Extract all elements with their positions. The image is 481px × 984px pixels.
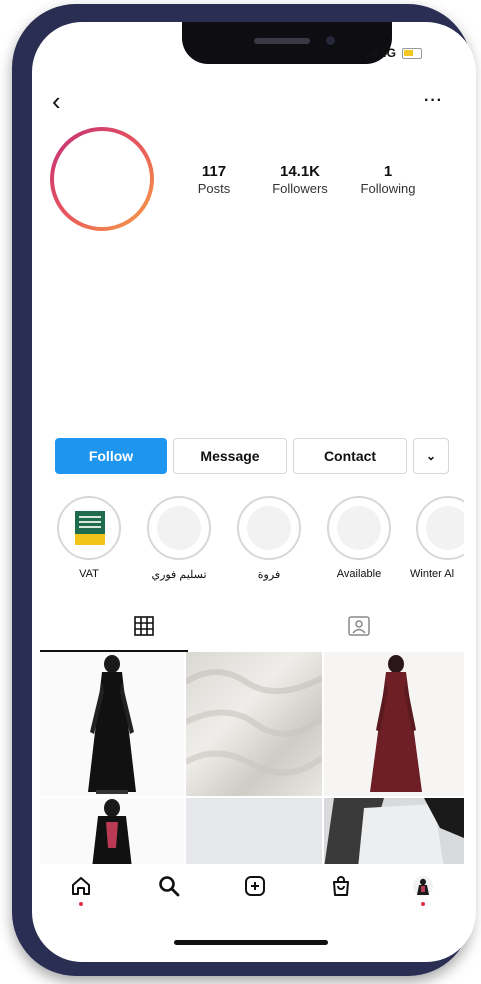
- speaker: [254, 38, 310, 44]
- highlight-label: Available: [336, 568, 382, 580]
- posts-grid: [40, 652, 464, 868]
- chevron-down-icon[interactable]: ⌄: [413, 438, 449, 474]
- back-icon[interactable]: ‹: [52, 88, 61, 114]
- shop-bag-icon[interactable]: [326, 874, 356, 902]
- bottom-nav: [40, 864, 464, 920]
- post-tile[interactable]: [40, 798, 184, 868]
- post-tile[interactable]: [186, 798, 322, 868]
- contact-button[interactable]: Contact: [293, 438, 407, 474]
- highlight-ring: [57, 496, 121, 560]
- post-tile[interactable]: [40, 652, 184, 796]
- highlight-ring: [237, 496, 301, 560]
- posts-label: Posts: [197, 181, 231, 196]
- posts-count: 117: [201, 163, 227, 180]
- home-icon[interactable]: [66, 874, 96, 906]
- home-indicator[interactable]: [174, 940, 328, 945]
- highlight-farwa[interactable]: فروة: [224, 496, 314, 581]
- plus-square-icon[interactable]: [240, 874, 270, 902]
- post-tile[interactable]: [324, 652, 464, 796]
- highlight-instant-delivery[interactable]: تسليم فوري: [134, 496, 224, 581]
- highlight-label: فروة: [257, 569, 281, 581]
- signal-icon: [366, 48, 377, 58]
- post-tile[interactable]: [324, 798, 464, 868]
- search-icon[interactable]: [154, 874, 184, 902]
- highlight-vat[interactable]: VAT: [44, 496, 134, 580]
- follow-button[interactable]: Follow: [55, 438, 167, 474]
- notch: [182, 22, 392, 64]
- more-options-icon[interactable]: ···: [424, 92, 443, 110]
- highlight-ring: [416, 496, 464, 560]
- highlight-available[interactable]: Available: [314, 496, 404, 580]
- status-bar: 4G: [366, 46, 423, 60]
- following-count: 1: [383, 163, 393, 180]
- highlight-label: تسليم فوري: [151, 569, 207, 581]
- post-tile[interactable]: [186, 652, 322, 796]
- highlight-ring: [327, 496, 391, 560]
- followers-count: 14.1K: [279, 163, 321, 180]
- highlight-winter[interactable]: Winter Al: [398, 496, 464, 580]
- highlight-label: Winter Al: [410, 568, 455, 580]
- vat-logo-icon: [75, 511, 105, 545]
- grid-icon[interactable]: [134, 616, 154, 641]
- profile-avatar[interactable]: [50, 127, 154, 231]
- camera-icon: [326, 36, 335, 45]
- notification-dot: [421, 902, 425, 906]
- battery-icon: [402, 47, 423, 59]
- message-button[interactable]: Message: [173, 438, 287, 474]
- network-label: 4G: [380, 46, 397, 60]
- highlight-label: VAT: [79, 568, 99, 580]
- stat-posts[interactable]: 117 Posts: [190, 163, 238, 196]
- following-label: Following: [360, 181, 416, 196]
- highlight-ring: [147, 496, 211, 560]
- notification-dot: [79, 902, 83, 906]
- stat-followers[interactable]: 14.1K Followers: [264, 163, 336, 196]
- followers-label: Followers: [272, 181, 328, 196]
- stat-following[interactable]: 1 Following: [352, 163, 424, 196]
- profile-avatar-icon[interactable]: [408, 874, 438, 906]
- tagged-icon[interactable]: [348, 616, 370, 641]
